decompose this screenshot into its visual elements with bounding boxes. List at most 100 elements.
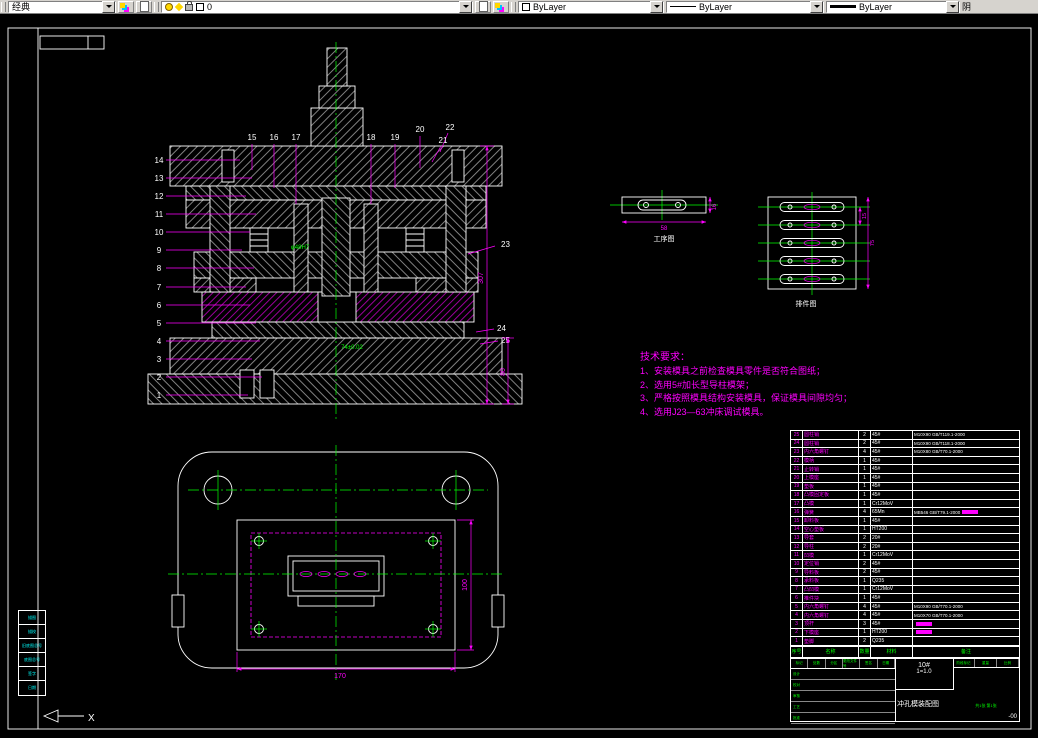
layer-properties-button[interactable] [118,0,134,13]
section-view: φ48H7 74±0.02 [147,42,523,420]
title-block-signature-grid: 标记 处数 分区 更改文件号 签名 日期 设计 校对 审核 工艺 批准 [791,659,896,724]
workspace-combo[interactable]: 经典 [8,0,116,13]
part-number-label: 11 [155,210,164,219]
bom-row: 25 圆柱销 2 45# M10X90 GB/T119.1-2000 [791,431,1019,440]
linetype-combo[interactable]: ByLayer [666,0,824,13]
part-number-label: 4 [157,337,162,346]
part-number-label: 23 [501,240,510,249]
bore-dimension-label: φ48H7 [291,245,310,251]
tech-requirement-item: 2、选用5#加长型导柱模架； [640,379,755,390]
bom-row: 23 内六角螺钉 4 45# M10X80 GB/T70.1-2000 [791,448,1019,457]
bom-cell-name: 垫板 [803,482,859,491]
bom-cell-standard [913,629,1019,637]
bom-row: 15 卸料板 1 45# [791,516,1019,526]
page-icon [478,1,488,12]
sheet-number: -00 [1008,714,1017,720]
bom-cell-number: 7 [791,585,803,594]
bom-cell-standard [913,517,1019,525]
bom-cell-name: 模柄 [803,456,859,465]
linetype-dropdown-arrow[interactable] [810,0,823,13]
color-combo[interactable]: ByLayer [518,0,664,13]
bom-row: 16 弹簧 4 65Mn MB546 GB/T79.1-2000 [791,508,1019,517]
part-number-label: 9 [157,246,162,255]
bom-cell-standard [913,551,1019,559]
layer-dropdown-arrow[interactable] [459,0,472,13]
bom-cell-number: 8 [791,577,803,585]
signature-role-cell: 批准 [791,713,895,724]
color-dropdown-arrow[interactable] [650,0,663,13]
bom-cell-standard [913,534,1019,542]
tech-requirements-title: 技术要求： [640,352,690,363]
strip-view-label: 排件图 [796,299,817,308]
bom-cell-number: 16 [791,508,803,516]
bom-cell-name: 导套 [803,534,859,542]
bom-cell-material: 65Mn [871,508,913,516]
top-toolbar: 经典 0 ByLayer ByLayer ByLayer 阴 [0,0,1038,14]
bom-cell-name: 内六角螺钉 [803,602,859,611]
toolbar-grip[interactable] [1,1,6,12]
dimension-text: 58 [661,226,668,232]
bom-cell-material: 45# [871,465,913,473]
signature-role-cell: 校对 [791,680,895,691]
layer-combo[interactable]: 0 [161,0,473,13]
toolbar-grip[interactable] [511,1,516,12]
linetype-combo-value: ByLayer [699,1,733,12]
part-number-label: 24 [497,324,506,333]
bom-cell-number: 14 [791,525,803,534]
lineweight-dropdown-arrow[interactable] [946,0,959,13]
bom-cell-name: 凸凹模 [803,585,859,594]
bom-header-cell: 备注 [960,649,971,656]
lineweight-combo[interactable]: ByLayer [826,0,960,13]
bom-cell-number: 21 [791,465,803,473]
title-block-material-cell: 10# 1=1.0 [895,659,954,690]
bom-cell-standard [913,483,1019,491]
bom-cell-number: 12 [791,542,803,551]
part-number-label: 2 [157,373,162,382]
signature-header-cell: 更改文件号 [843,659,861,668]
bom-cell-standard: M10X80 GB/T70.1-2000 [914,449,963,455]
bom-cell-name: 导柱 [803,542,859,551]
layer-lock-icon[interactable] [185,1,193,11]
bom-cell-name: 凸模 [803,499,859,508]
bom-cell-qty: 2 [859,534,871,542]
bom-cell-name: 垫脚 [803,637,859,645]
bom-cell-qty: 2 [859,559,871,568]
bom-cell-qty: 4 [859,448,871,456]
toolbar-grip[interactable] [154,1,159,12]
title-block-right-grid: 阶段标记 重量 比例 共1张 第1张 -00 [953,659,1019,721]
part-number-label: 3 [157,355,162,364]
bom-cell-material: 45# [871,491,913,499]
layer-on-bulb-icon[interactable] [165,2,173,11]
bom-cell-material: 20# [871,534,913,542]
bom-cell-material: 45# [871,482,913,491]
bom-cell-material: HT200 [871,628,913,637]
process-view: 58 16 工序图 [610,190,718,243]
make-object-layer-current-button[interactable] [475,0,491,13]
workspace-dropdown-arrow[interactable] [102,0,115,13]
bom-cell-number: 22 [791,456,803,465]
bom-cell-number: 18 [791,491,803,499]
ucs-x-label: X [88,713,95,724]
bom-cell-number: 6 [791,594,803,602]
bom-cell-name: 卸料板 [803,516,859,525]
bom-cell-qty: 2 [859,542,871,551]
layer-freeze-sun-icon[interactable] [174,2,184,11]
bom-cell-qty: 4 [859,611,871,620]
bom-cell-qty: 4 [859,602,871,611]
bom-row: 4 内六角螺钉 4 45# M10X70 GB/T70.1-2000 [791,611,1019,621]
bom-cell-name: 止转销 [803,465,859,473]
bom-cell-number: 23 [791,448,803,456]
bom-cell-number: 2 [791,628,803,637]
bom-cell-number: 19 [791,482,803,491]
bom-cell-qty: 2 [859,431,871,439]
layer-states-button[interactable] [136,0,152,13]
part-number-label: 18 [367,133,376,142]
process-view-label: 工序图 [654,234,675,243]
part-number-label: 22 [446,123,455,132]
part-number-label: 10 [155,228,164,237]
bom-cell-qty: 1 [859,456,871,465]
bom-row: 17 凸模 1 Cr12MoV [791,499,1019,509]
layer-previous-button[interactable] [493,0,509,13]
tech-requirement-item: 4、选用J23—63冲床调试模具。 [640,406,769,417]
dimension-text: 15 [862,213,868,219]
